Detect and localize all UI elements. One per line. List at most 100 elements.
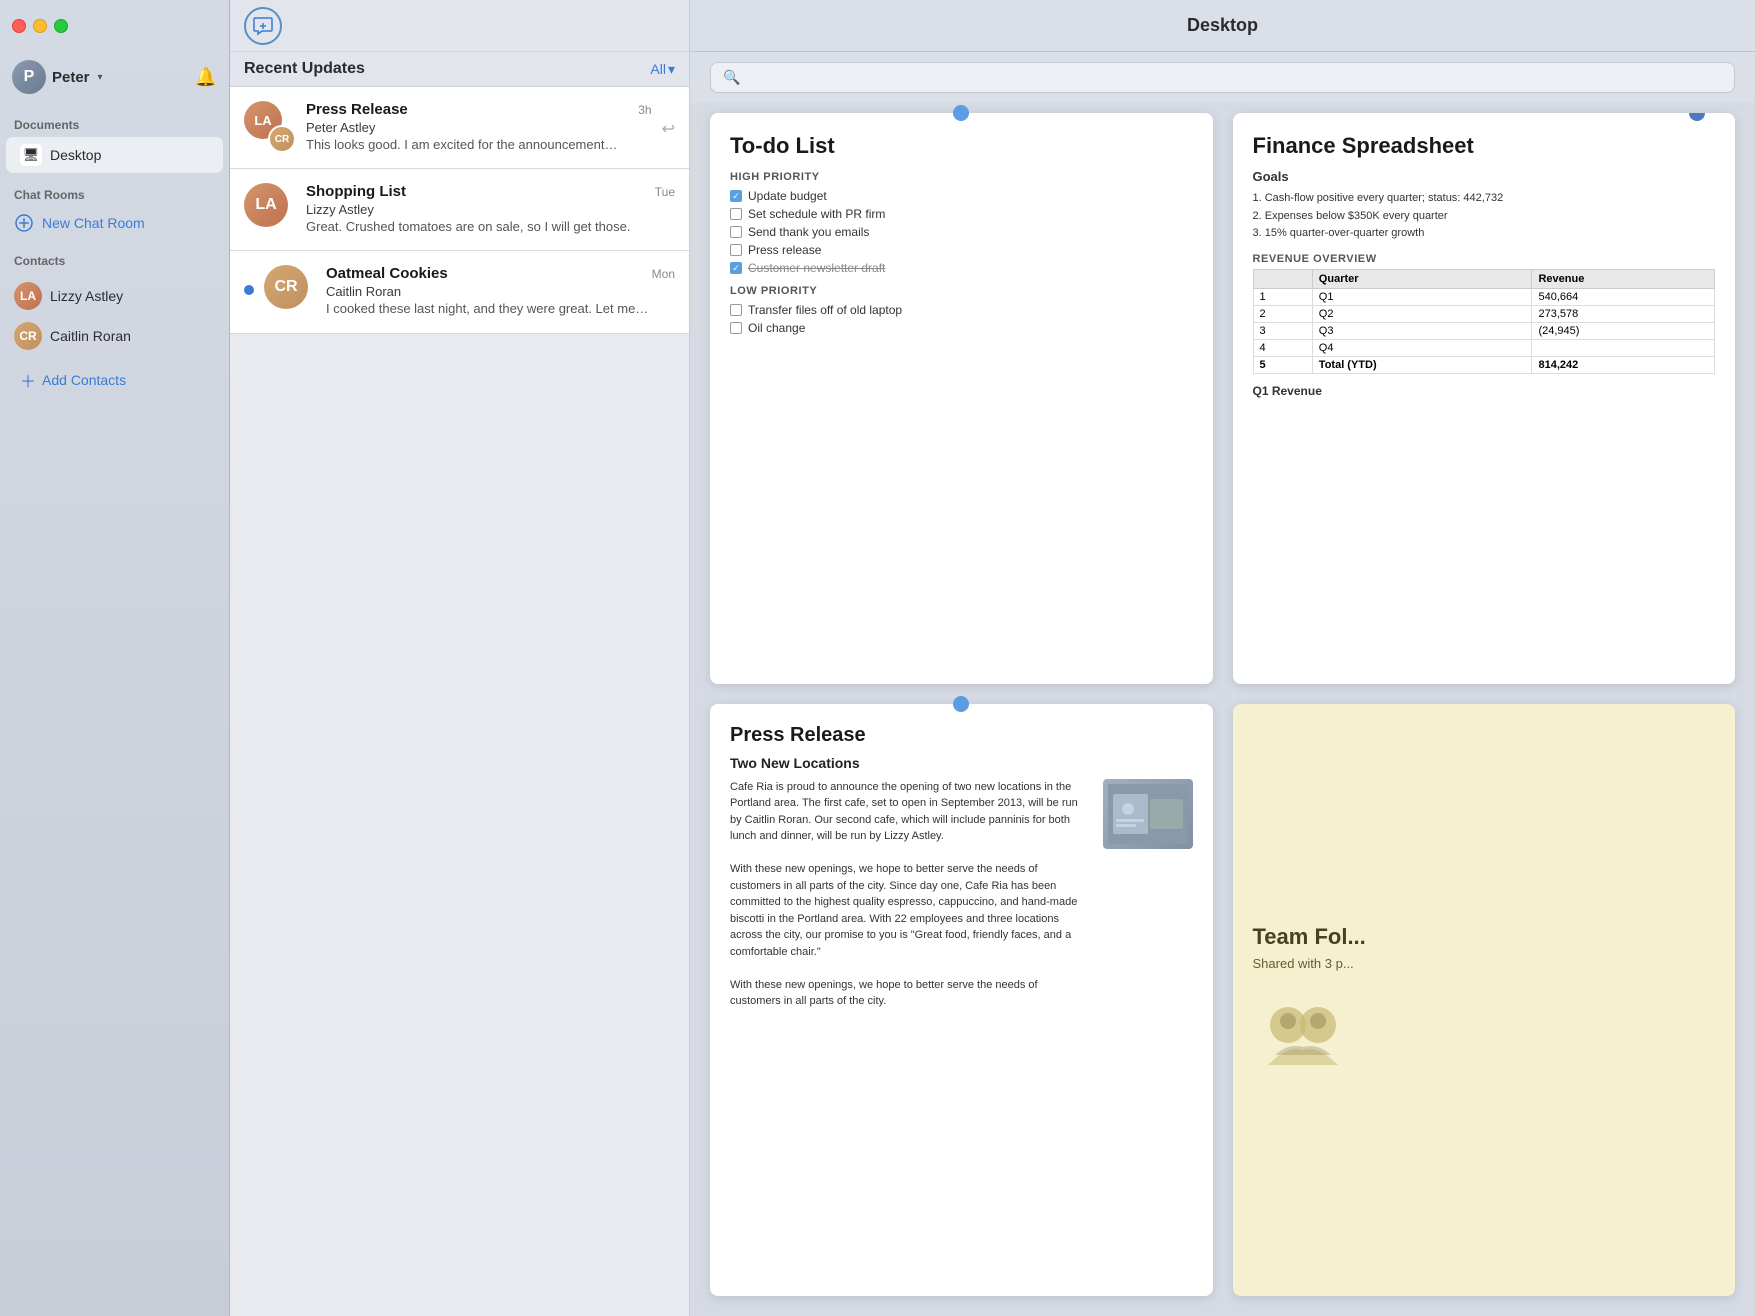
messages-filter: Recent Updates All ▾ (230, 52, 689, 87)
todo-item[interactable]: Oil change (730, 321, 1193, 335)
team-folder-card[interactable]: Team Fol... Shared with 3 p... (1233, 704, 1736, 1296)
close-button[interactable] (12, 19, 26, 33)
message-preview: Great. Crushed tomatoes are on sale, so … (306, 218, 675, 236)
press-release-card[interactable]: Press Release Two New Locations Cafe Ria… (710, 704, 1213, 1296)
all-filter-button[interactable]: All ▾ (650, 61, 675, 78)
table-header (1253, 269, 1312, 288)
add-contacts-button[interactable]: ＋ Add Contacts (6, 360, 223, 400)
todo-item[interactable]: Send thank you emails (730, 225, 1193, 239)
chat-rooms-section-label: Chat Rooms (0, 174, 229, 206)
checkbox-icon[interactable] (730, 226, 742, 238)
revenue-table: Quarter Revenue 1Q1540,664 2Q2273,578 3Q… (1253, 269, 1716, 374)
table-row: 4Q4 (1253, 339, 1715, 356)
low-priority-label: LOW PRIORITY (730, 285, 1193, 297)
sidebar-item-desktop[interactable]: 🖥 Desktop (6, 137, 223, 173)
message-preview: This looks good. I am excited for the an… (306, 136, 652, 154)
todo-list-card[interactable]: To-do List HIGH PRIORITY ✓ Update budget… (710, 113, 1213, 684)
chat-room-icon (14, 213, 34, 233)
contact-name-caitlin: Caitlin Roran (50, 328, 131, 344)
message-sender: Lizzy Astley (306, 202, 675, 217)
sidebar-item-new-chat-room[interactable]: New Chat Room (0, 206, 229, 240)
finance-title: Finance Spreadsheet (1253, 133, 1716, 159)
press-release-content: Cafe Ria is proud to announce the openin… (730, 779, 1193, 1010)
finance-spreadsheet-card[interactable]: Finance Spreadsheet Goals 1. Cash-flow p… (1233, 113, 1736, 684)
messages-panel: Recent Updates All ▾ LA CR Press Release… (230, 0, 690, 1316)
pr-body-text-1: Cafe Ria is proud to announce the openin… (730, 781, 1078, 843)
titlebar (0, 0, 229, 52)
all-filter-label: All (650, 61, 666, 77)
press-release-body: Cafe Ria is proud to announce the openin… (730, 779, 1091, 1010)
desktop-title: Desktop (1187, 15, 1258, 36)
desktop-search-bar: 🔍 (690, 52, 1755, 103)
press-release-subtitle: Two New Locations (730, 755, 1193, 771)
chevron-down-icon: ▾ (98, 72, 103, 83)
checkbox-icon[interactable] (730, 322, 742, 334)
recent-updates-label: Recent Updates (244, 60, 365, 78)
message-avatar-group: CR (264, 265, 316, 317)
team-folder-subtitle: Shared with 3 p... (1253, 956, 1354, 971)
goal-item: 2. Expenses below $350K every quarter (1253, 208, 1716, 226)
message-list: LA CR Press Release 3h Peter Astley This… (230, 87, 689, 1316)
messages-header (230, 0, 689, 52)
checkbox-icon[interactable]: ✓ (730, 190, 742, 202)
message-avatar-main: CR (264, 265, 308, 309)
message-time: Tue (655, 185, 675, 199)
notifications-button[interactable]: 🔔 (195, 67, 217, 88)
traffic-lights (12, 19, 68, 33)
message-item-oatmeal-cookies[interactable]: CR Oatmeal Cookies Mon Caitlin Roran I c… (230, 251, 689, 333)
contacts-list: LA Lizzy Astley CR Caitlin Roran (0, 276, 229, 356)
todo-item[interactable]: ✓ Customer newsletter draft (730, 261, 1193, 275)
new-chat-room-label: New Chat Room (42, 215, 145, 231)
table-row-total: 5Total (YTD)814,242 (1253, 356, 1715, 373)
contact-name-lizzy: Lizzy Astley (50, 288, 123, 304)
checkbox-icon[interactable] (730, 304, 742, 316)
documents-section-label: Documents (0, 104, 229, 136)
message-content: Press Release 3h Peter Astley This looks… (306, 101, 652, 154)
todo-text: Customer newsletter draft (748, 261, 885, 275)
contact-avatar-lizzy: LA (14, 282, 42, 310)
todo-item[interactable]: Set schedule with PR firm (730, 207, 1193, 221)
message-avatar-group: LA (244, 183, 296, 235)
sidebar-item-desktop-label: Desktop (50, 147, 101, 163)
finance-goals: 1. Cash-flow positive every quarter; sta… (1253, 190, 1716, 243)
todo-text: Set schedule with PR firm (748, 207, 885, 221)
unread-indicator (244, 285, 254, 295)
message-title: Oatmeal Cookies (326, 265, 448, 282)
message-item-shopping-list[interactable]: LA Shopping List Tue Lizzy Astley Great.… (230, 169, 689, 251)
checkbox-icon[interactable]: ✓ (730, 262, 742, 274)
goal-item: 1. Cash-flow positive every quarter; sta… (1253, 190, 1716, 208)
message-item-press-release[interactable]: LA CR Press Release 3h Peter Astley This… (230, 87, 689, 169)
press-release-title: Press Release (730, 724, 1193, 747)
message-sender: Caitlin Roran (326, 284, 675, 299)
message-time: 3h (638, 103, 651, 117)
sidebar: P Peter ▾ 🔔 Documents 🖥 Desktop Chat Roo… (0, 0, 230, 1316)
table-row: 2Q2273,578 (1253, 305, 1715, 322)
message-avatar-group: LA CR (244, 101, 296, 153)
message-title: Press Release (306, 101, 408, 118)
search-icon: 🔍 (723, 69, 740, 86)
checkbox-icon[interactable] (730, 244, 742, 256)
message-preview: I cooked these last night, and they were… (326, 300, 675, 318)
todo-text: Transfer files off of old laptop (748, 303, 902, 317)
search-input[interactable] (748, 70, 1722, 86)
search-input-wrap[interactable]: 🔍 (710, 62, 1735, 93)
pr-body-text-3: With these new openings, we hope to bett… (730, 979, 1038, 1008)
message-time: Mon (652, 267, 675, 281)
q1-revenue-label: Q1 Revenue (1253, 384, 1716, 398)
contact-item-lizzy[interactable]: LA Lizzy Astley (0, 276, 229, 316)
todo-item[interactable]: Transfer files off of old laptop (730, 303, 1193, 317)
user-profile[interactable]: P Peter ▾ 🔔 (0, 60, 229, 94)
table-row: 3Q3(24,945) (1253, 322, 1715, 339)
desktop-area: Desktop 🔍 To-do List HIGH PRIORITY ✓ Upd… (690, 0, 1755, 1316)
todo-item[interactable]: Press release (730, 243, 1193, 257)
checkbox-icon[interactable] (730, 208, 742, 220)
table-row: 1Q1540,664 (1253, 288, 1715, 305)
todo-item[interactable]: ✓ Update budget (730, 189, 1193, 203)
new-chat-button[interactable] (244, 7, 282, 45)
goal-item: 3. 15% quarter-over-quarter growth (1253, 225, 1716, 243)
goals-subtitle: Goals (1253, 169, 1716, 184)
todo-title: To-do List (730, 133, 1193, 159)
minimize-button[interactable] (33, 19, 47, 33)
contact-item-caitlin[interactable]: CR Caitlin Roran (0, 316, 229, 356)
maximize-button[interactable] (54, 19, 68, 33)
